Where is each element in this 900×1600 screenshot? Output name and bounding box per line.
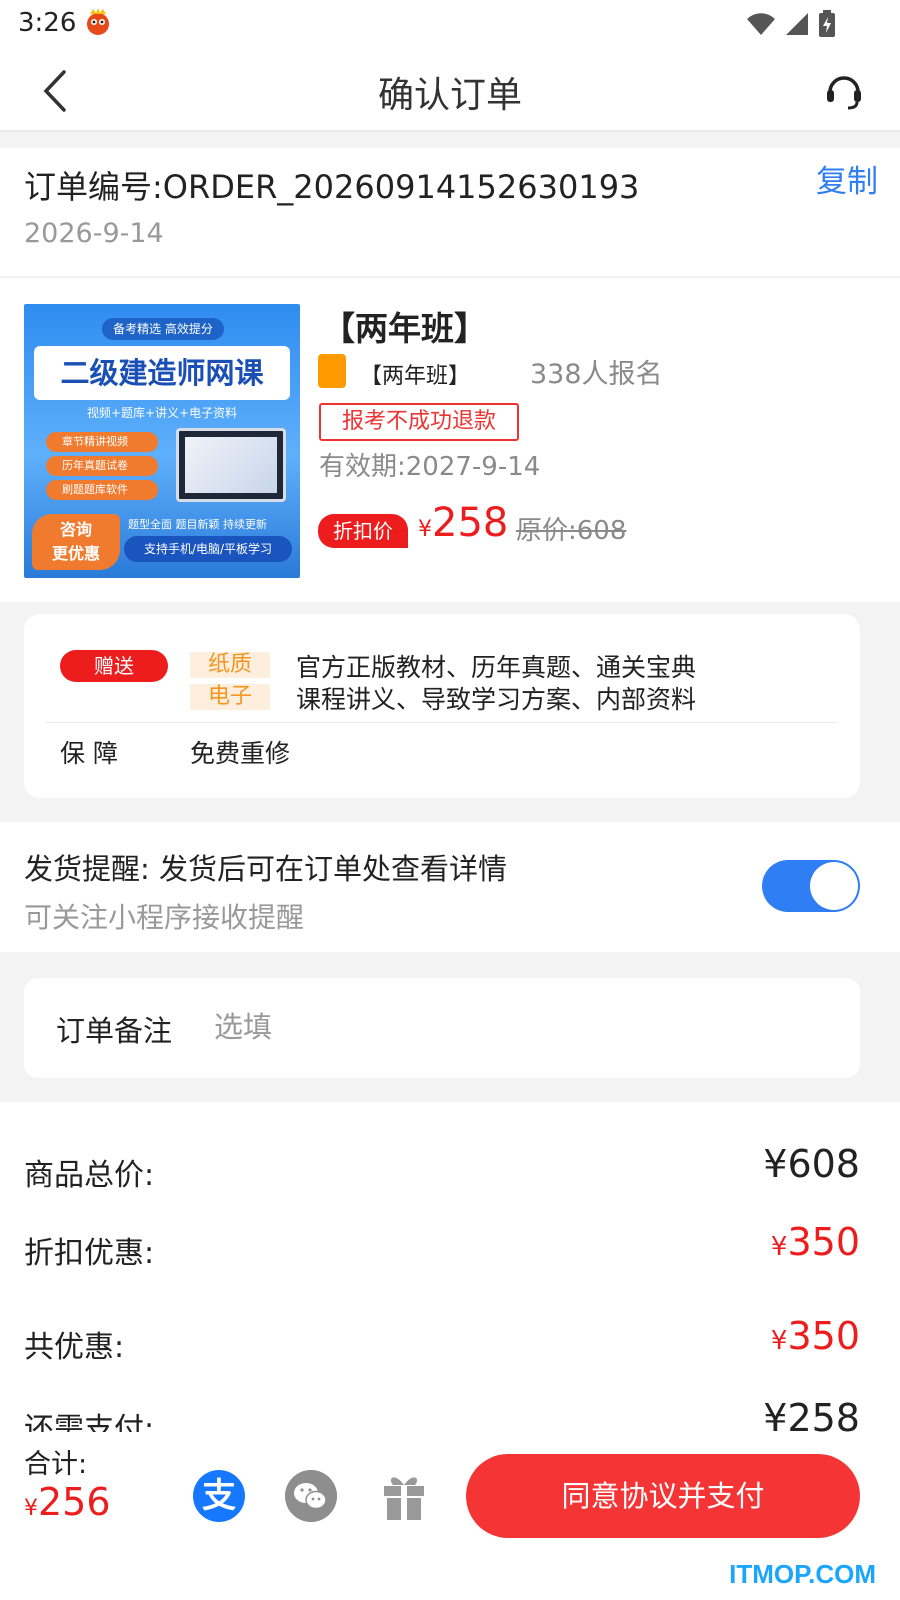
agree-and-pay-button[interactable]: 同意协议并支付 — [466, 1454, 860, 1538]
image-bullet: 刷题题库软件 — [46, 480, 158, 500]
currency-symbol: ¥ — [24, 1496, 38, 1521]
refund-badge: 报考不成功退款 — [319, 403, 519, 441]
order-remark-label: 订单备注 — [56, 1014, 173, 1048]
image-tag: 备考精选 高效提分 — [102, 318, 224, 340]
class-tag: 【两年班】 — [360, 364, 471, 389]
guarantee-value: 免费重修 — [190, 739, 291, 768]
battery-icon — [819, 10, 835, 37]
order-number: 订单编号:ORDER_20260914152630193 — [24, 168, 640, 206]
summary-value: ¥350 — [771, 1220, 860, 1264]
gift-badge: 赠送 — [60, 650, 168, 682]
page-title: 确认订单 — [377, 75, 522, 116]
currency-symbol: ¥ — [418, 517, 432, 542]
shipping-reminder-subtitle: 可关注小程序接收提醒 — [24, 901, 305, 934]
image-promo: 咨询 更优惠 — [32, 514, 120, 570]
wifi-icon — [747, 13, 775, 35]
price-summary: 商品总价: ¥608 折扣优惠: ¥350 共优惠: ¥350 还需支付: ¥2… — [0, 1102, 900, 1432]
summary-value: ¥608 — [763, 1142, 860, 1186]
status-bar: 3:26 — [0, 0, 900, 50]
gift-paper-text: 官方正版教材、历年真题、通关宝典 — [296, 653, 697, 682]
summary-label: 共优惠: — [24, 1330, 125, 1365]
shipping-reminder: 发货提醒: 发货后可在订单处查看详情 可关注小程序接收提醒 — [0, 822, 900, 952]
status-time: 3:26 — [18, 8, 77, 38]
image-bullet: 历年真题试卷 — [46, 456, 158, 476]
summary-amount: ¥608 — [763, 1142, 860, 1186]
total-value: 256 — [38, 1480, 111, 1524]
validity-date: 有效期:2027-9-14 — [319, 452, 541, 482]
guarantee-label: 保障 — [60, 739, 127, 768]
image-promo-text: 咨询 更优惠 — [51, 520, 100, 563]
alipay-icon[interactable]: 支 — [193, 1470, 245, 1522]
summary-label: 商品总价: — [24, 1158, 155, 1193]
cellular-signal-icon — [786, 13, 808, 35]
summary-amount: 350 — [787, 1220, 860, 1264]
order-date: 2026-9-14 — [24, 218, 164, 249]
shipping-reminder-toggle[interactable] — [762, 860, 860, 912]
product-title: 【两年班】 — [322, 309, 487, 348]
discount-price: ¥258 — [418, 500, 508, 546]
summary-currency: ¥ — [770, 1326, 788, 1356]
original-price: 原价:608 — [516, 516, 627, 546]
summary-label: 还需支付: — [24, 1412, 155, 1432]
nav-bar: 确认订单 — [0, 50, 900, 132]
enrollment-count: 338人报名 — [530, 359, 663, 390]
order-info-card: 订单编号:ORDER_20260914152630193 复制 2026-9-1… — [0, 148, 900, 276]
image-support: 支持手机/电脑/平板学习 — [124, 536, 292, 562]
device-illustration — [176, 428, 286, 502]
toggle-knob — [810, 862, 858, 910]
wechat-pay-icon[interactable] — [285, 1470, 337, 1522]
image-headline: 二级建造师网课 — [34, 346, 290, 400]
summary-currency: ¥ — [770, 1232, 788, 1262]
notification-app-icon — [87, 8, 109, 35]
gift-kind-paper: 纸质 — [190, 652, 270, 678]
shipping-reminder-title: 发货提醒: 发货后可在订单处查看详情 — [24, 852, 507, 886]
summary-amount: ¥258 — [763, 1396, 860, 1432]
bottom-pay-bar: 合计: ¥256 支 同意协议并支付 ITMOP.COM — [0, 1432, 900, 1600]
product-card: 备考精选 高效提分 二级建造师网课 视频+题库+讲义+电子资料 章节精讲视频 历… — [0, 277, 900, 602]
summary-amount: 350 — [787, 1314, 860, 1358]
gift-kind-electronic: 电子 — [190, 684, 270, 710]
price-value: 258 — [432, 500, 509, 546]
order-remark-card: 订单备注 — [24, 978, 860, 1078]
image-subline: 视频+题库+讲义+电子资料 — [86, 406, 238, 420]
class-color-tag — [318, 354, 346, 388]
divider — [46, 722, 838, 723]
product-image[interactable]: 备考精选 高效提分 二级建造师网课 视频+题库+讲义+电子资料 章节精讲视频 历… — [24, 304, 300, 578]
system-icons — [746, 10, 836, 38]
gift-box-icon[interactable] — [381, 1470, 427, 1522]
copy-order-number-button[interactable]: 复制 — [816, 156, 878, 201]
gift-card: 赠送 纸质 官方正版教材、历年真题、通关宝典 电子 课程讲义、导致学习方案、内部… — [24, 614, 860, 798]
customer-service-headset-icon[interactable] — [824, 70, 864, 112]
total-label: 合计: — [24, 1449, 88, 1480]
image-bullet: 章节精讲视频 — [46, 432, 158, 452]
order-remark-input[interactable] — [214, 1004, 814, 1050]
summary-label: 折扣优惠: — [24, 1236, 155, 1271]
total-amount: ¥256 — [24, 1480, 111, 1524]
image-features: 题型全面 题目新颖 持续更新 — [128, 518, 267, 531]
discount-badge: 折扣价 — [318, 514, 408, 548]
summary-value: ¥258 — [763, 1396, 860, 1432]
summary-value: ¥350 — [771, 1314, 860, 1358]
gift-electronic-text: 课程讲义、导致学习方案、内部资料 — [296, 685, 697, 714]
watermark: ITMOP.COM — [729, 1559, 876, 1589]
